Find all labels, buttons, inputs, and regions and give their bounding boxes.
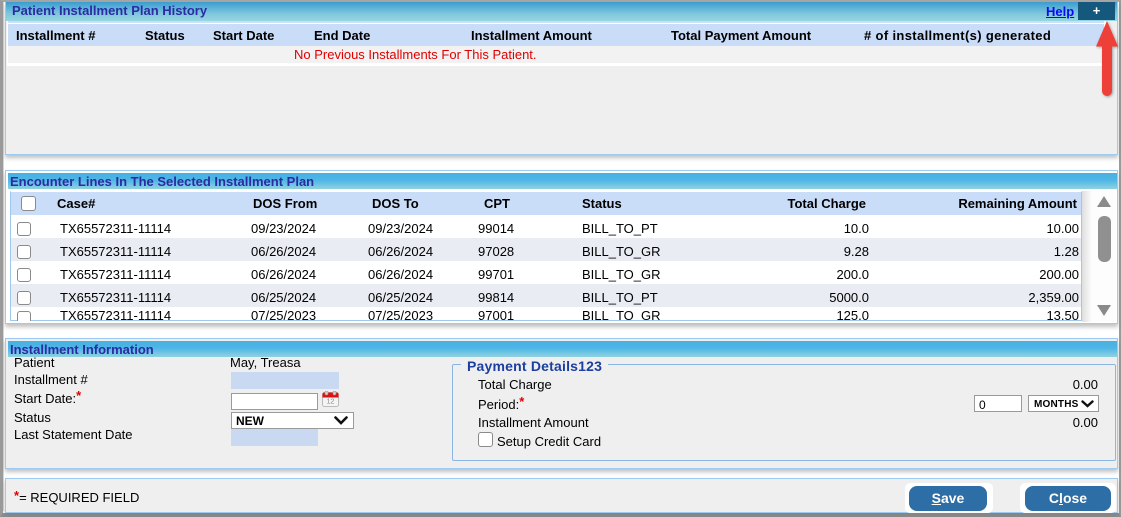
svg-text:12: 12 <box>327 399 335 406</box>
